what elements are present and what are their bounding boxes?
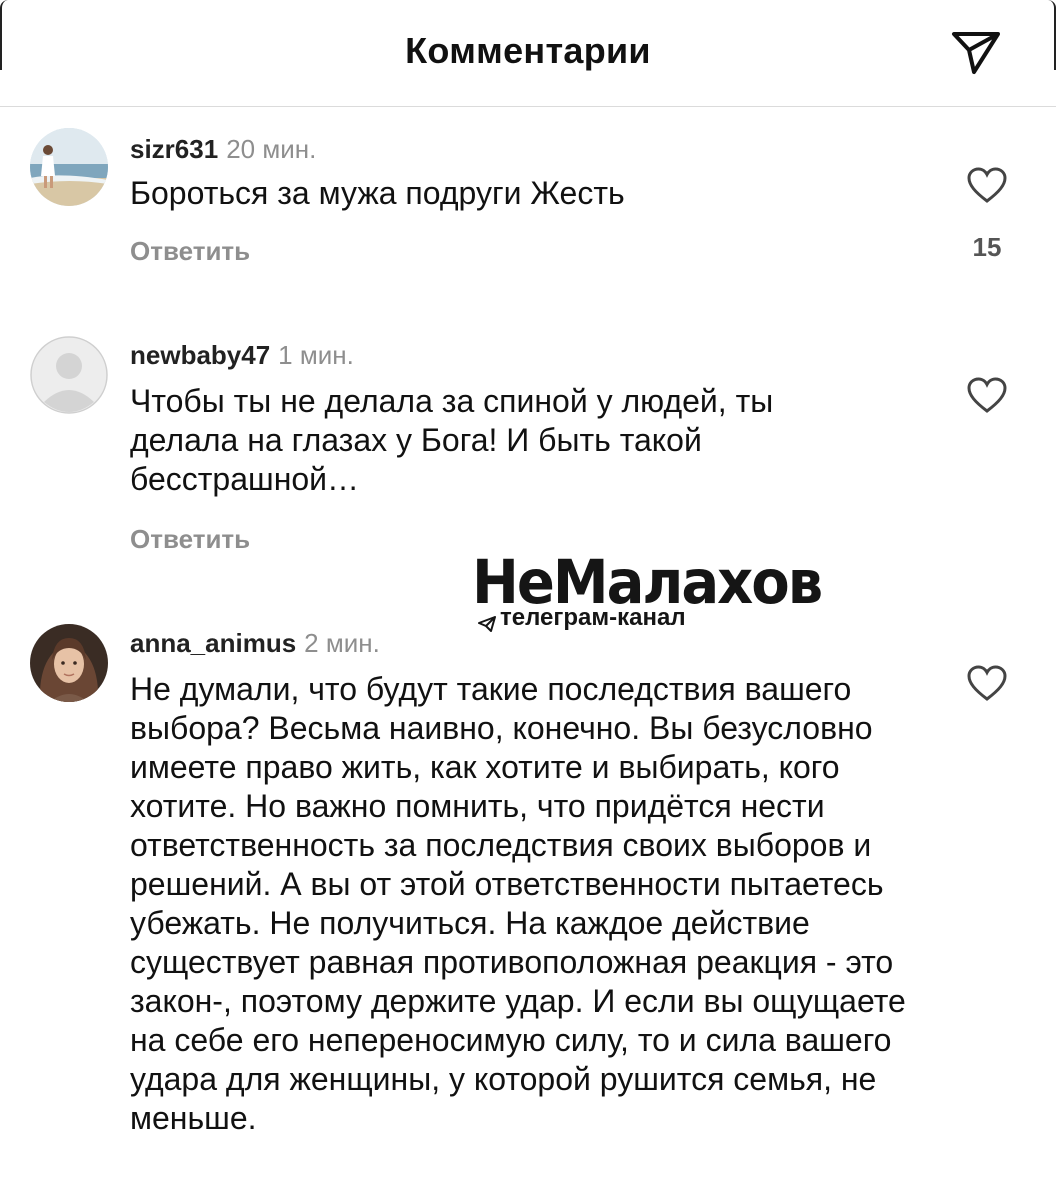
comment-meta: newbaby47 1 мин. bbox=[130, 340, 354, 371]
comment-text: Чтобы ты не делала за спиной у людей, ты… bbox=[130, 383, 774, 497]
like-count: 15 bbox=[972, 232, 1002, 262]
paper-plane-icon[interactable] bbox=[948, 26, 1004, 78]
watermark: НеМалахов телеграм-канал bbox=[472, 548, 823, 638]
comment-meta: sizr631 20 мин. bbox=[130, 134, 316, 165]
reply-button[interactable]: Ответить bbox=[130, 524, 250, 555]
comment-text: Не думали, что будут такие последствия в… bbox=[130, 671, 906, 1136]
reply-button[interactable]: Ответить bbox=[130, 236, 250, 267]
timestamp: 2 мин. bbox=[304, 628, 380, 658]
comments-header: Комментарии bbox=[0, 0, 1056, 107]
watermark-subtitle: телеграм-канал bbox=[478, 604, 686, 632]
heart-icon[interactable] bbox=[966, 376, 1008, 414]
comment-meta: anna_animus 2 мин. bbox=[130, 628, 380, 659]
avatar[interactable] bbox=[30, 128, 108, 206]
heart-icon[interactable] bbox=[966, 166, 1008, 204]
username[interactable]: anna_animus bbox=[130, 628, 296, 658]
telegram-icon bbox=[478, 611, 496, 632]
username[interactable]: newbaby47 bbox=[130, 340, 270, 370]
username[interactable]: sizr631 bbox=[130, 134, 218, 164]
timestamp: 20 мин. bbox=[226, 134, 317, 164]
page-title: Комментарии bbox=[405, 30, 651, 71]
watermark-subtitle-text: телеграм-канал bbox=[500, 604, 686, 631]
avatar[interactable] bbox=[30, 624, 108, 702]
avatar[interactable] bbox=[30, 336, 108, 414]
comment-text: Бороться за мужа подруги Жесть bbox=[130, 175, 625, 211]
heart-icon[interactable] bbox=[966, 664, 1008, 702]
timestamp: 1 мин. bbox=[278, 340, 354, 370]
